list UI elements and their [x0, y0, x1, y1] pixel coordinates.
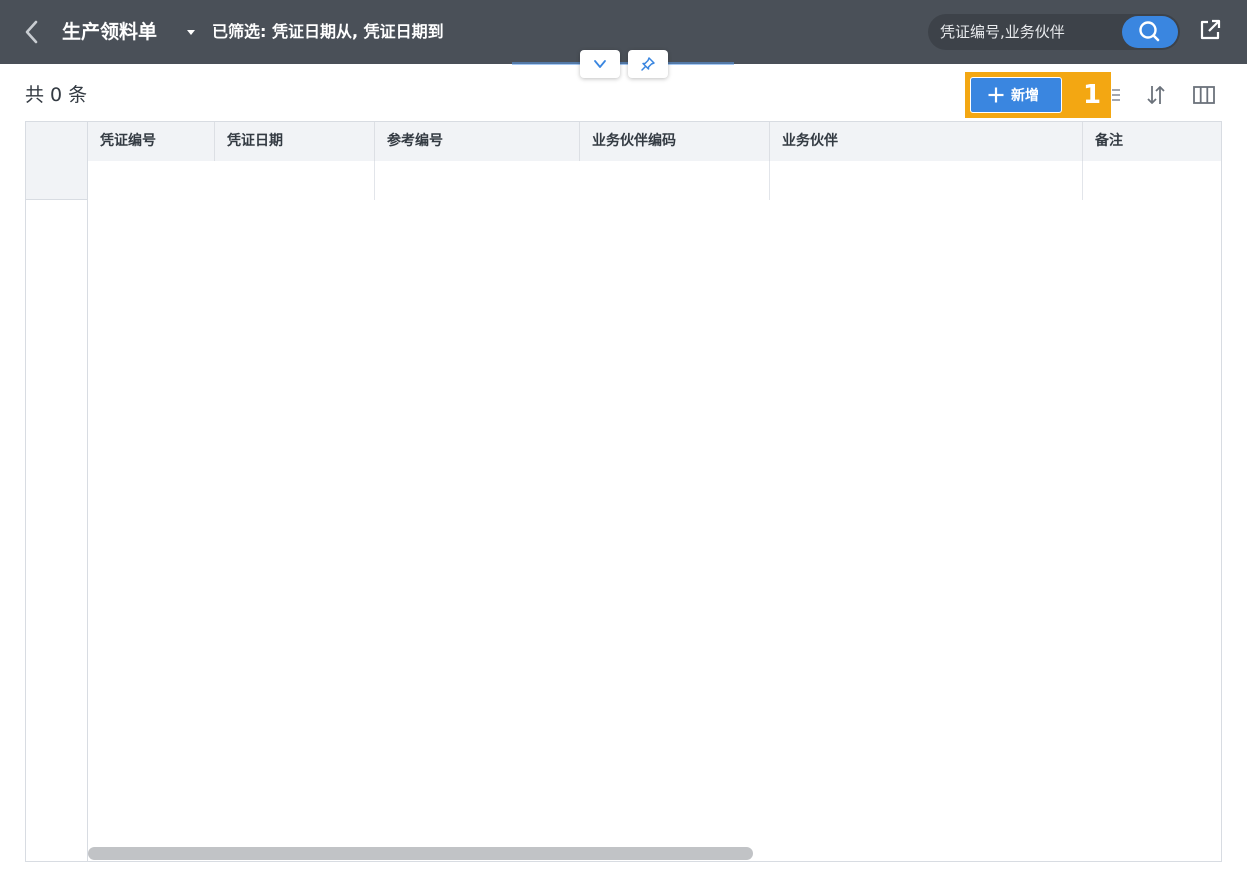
data-grid: 凭证编号 凭证日期 参考编号 业务伙伴编码 业务伙伴 备注: [25, 121, 1222, 862]
filter-summary: 已筛选: 凭证日期从, 凭证日期到: [212, 22, 444, 41]
row-number-gutter: [26, 122, 88, 861]
step-badge: 1: [1082, 80, 1102, 110]
column-header-voucher-number[interactable]: 凭证编号: [88, 122, 214, 161]
header-accent-line: [512, 62, 734, 65]
column-header-partner-code[interactable]: 业务伙伴编码: [580, 122, 769, 161]
title-dropdown-button[interactable]: [184, 24, 198, 38]
plus-icon: [988, 87, 1004, 103]
column-header-voucher-date[interactable]: 凭证日期: [215, 122, 374, 161]
chevron-down-icon: [594, 60, 606, 68]
add-button-highlight: 新增 1: [965, 72, 1111, 118]
back-button[interactable]: [18, 16, 46, 48]
top-header-bar: 生产领料单 已筛选: 凭证日期从, 凭证日期到: [0, 0, 1247, 64]
caret-down-icon: [187, 30, 195, 35]
column-header-partner[interactable]: 业务伙伴: [770, 122, 1082, 161]
column-settings-button[interactable]: [1190, 81, 1218, 109]
column-header-reference-number[interactable]: 参考编号: [375, 122, 579, 161]
search-button[interactable]: [1122, 16, 1178, 48]
export-button[interactable]: [1198, 18, 1222, 42]
horizontal-scrollbar[interactable]: [88, 847, 753, 860]
column-grid-line: [1082, 161, 1083, 200]
search-icon: [1139, 21, 1160, 42]
columns-icon: [1193, 86, 1215, 104]
column-header-remarks[interactable]: 备注: [1083, 122, 1221, 161]
collapse-filter-button[interactable]: [580, 50, 620, 78]
add-button[interactable]: 新增: [970, 77, 1062, 113]
add-button-label: 新增: [1011, 88, 1039, 104]
list-icon: [1112, 89, 1120, 101]
record-count: 共 0 条: [25, 84, 88, 106]
column-grid-line: [769, 161, 770, 200]
chevron-left-icon: [25, 20, 38, 44]
pin-icon: [641, 57, 655, 71]
column-grid-line: [374, 161, 375, 200]
sort-icon: [1147, 86, 1165, 104]
page-title: 生产领料单: [62, 21, 158, 43]
table-header-row: 凭证编号 凭证日期 参考编号 业务伙伴编码 业务伙伴 备注: [88, 122, 1221, 161]
pin-filter-button[interactable]: [628, 50, 668, 78]
search-box: [928, 14, 1180, 50]
sort-button[interactable]: [1142, 81, 1170, 109]
export-icon: [1200, 19, 1221, 40]
gutter-header: [26, 122, 87, 200]
search-input[interactable]: [928, 14, 1120, 50]
